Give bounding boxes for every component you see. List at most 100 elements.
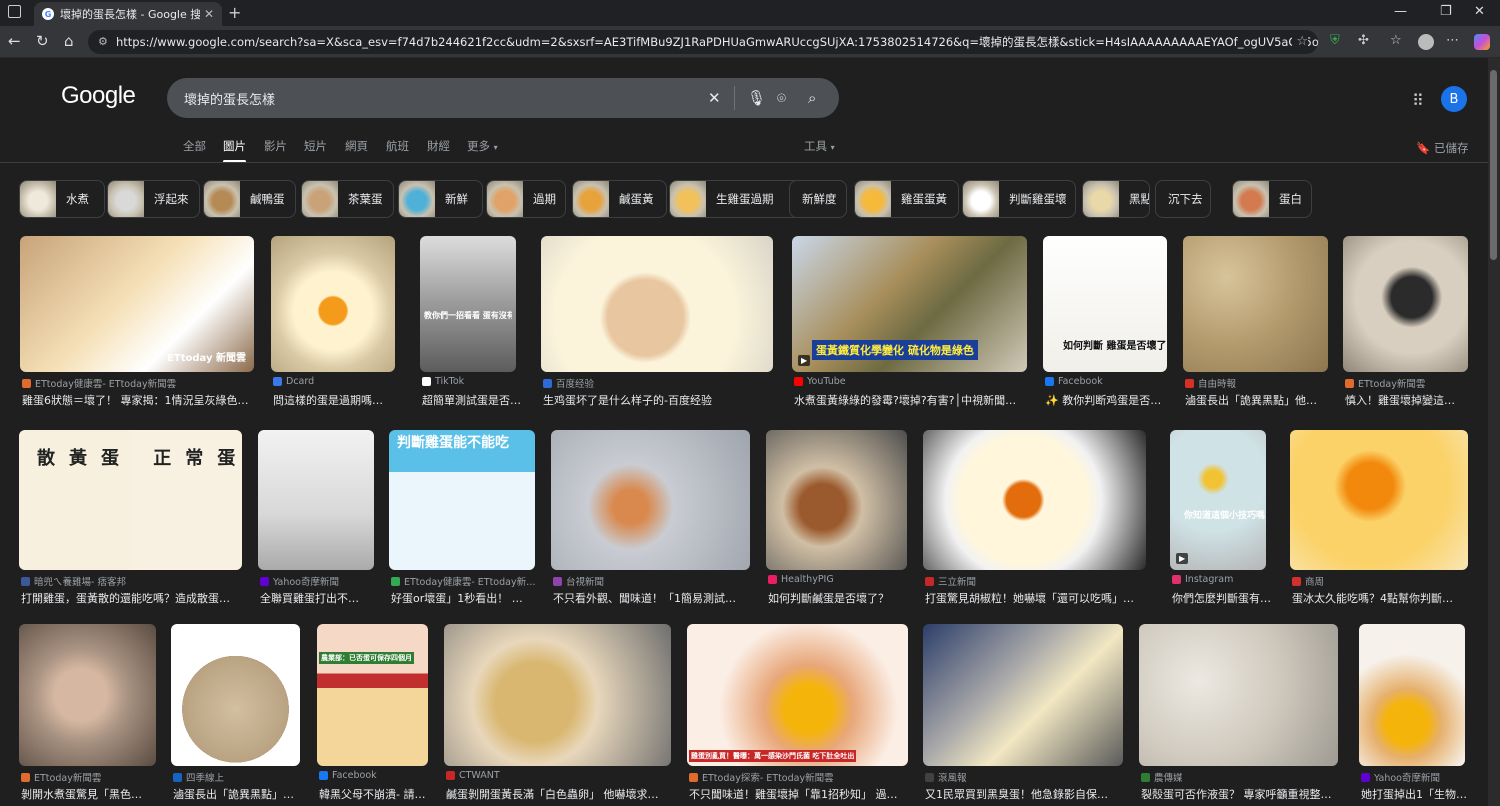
- result-title[interactable]: 韓黑父母不崩潰- 請…: [319, 786, 425, 802]
- result-title[interactable]: 雞蛋6狀態＝壞了！ 專家揭：1情況呈灰綠色…: [22, 392, 249, 408]
- refine-chip[interactable]: 黑點: [1082, 180, 1150, 218]
- result-title[interactable]: ✨ 教你判断鸡蛋是否…: [1045, 392, 1161, 408]
- result-title[interactable]: 又1民眾買到黑臭蛋！他急錄影自保…: [925, 786, 1108, 802]
- result-thumbnail[interactable]: [19, 624, 156, 766]
- maximize-icon[interactable]: ❐: [1440, 4, 1452, 19]
- result-source[interactable]: 農傳媒: [1141, 770, 1183, 784]
- result-thumbnail[interactable]: [444, 624, 671, 766]
- avatar[interactable]: B: [1441, 86, 1467, 112]
- refine-chip[interactable]: 鹹蛋黃: [572, 180, 667, 218]
- result-thumbnail[interactable]: 判斷雞蛋能不能吃: [389, 430, 535, 570]
- google-logo[interactable]: Google: [61, 82, 136, 110]
- tab-shorts[interactable]: 短片: [304, 138, 327, 154]
- result-thumbnail[interactable]: [541, 236, 773, 372]
- tab-all[interactable]: 全部: [183, 138, 206, 154]
- more-menu-icon[interactable]: ⋯: [1446, 33, 1459, 48]
- search-input[interactable]: 壞掉的蛋長怎樣: [184, 89, 275, 108]
- result-source[interactable]: TikTok: [422, 376, 464, 387]
- result-source[interactable]: 滾風報: [925, 770, 967, 784]
- result-thumbnail[interactable]: [923, 624, 1123, 766]
- result-source[interactable]: ETtoday健康雲- ETtoday新聞雲: [22, 376, 176, 390]
- result-source[interactable]: 台視新聞: [553, 574, 604, 588]
- result-source[interactable]: Facebook: [1045, 376, 1103, 387]
- result-thumbnail[interactable]: 教你們一招看看 蛋有沒有壞掉: [420, 236, 516, 372]
- result-source[interactable]: 暗兜ㄟ養雞場- 痞客邦: [21, 574, 126, 588]
- result-title[interactable]: 不只看外觀、聞味道！「1簡易測試…: [553, 590, 736, 606]
- extension-shield-icon[interactable]: ⛨: [1330, 33, 1340, 48]
- refine-chip[interactable]: 蛋白: [1232, 180, 1312, 218]
- result-thumbnail[interactable]: 雞蛋別亂買！醫曝：萬一感染沙門氏菌 吃下肚全吐出: [687, 624, 908, 766]
- result-source[interactable]: ETtoday新聞雲: [21, 770, 101, 784]
- result-source[interactable]: ETtoday健康雲- ETtoday新…: [391, 574, 536, 588]
- result-thumbnail[interactable]: [258, 430, 374, 570]
- search-icon[interactable]: ⌕: [808, 89, 816, 107]
- result-thumbnail[interactable]: [1290, 430, 1468, 570]
- address-bar[interactable]: ⚙ https://www.google.com/search?sa=X&sca…: [88, 30, 1318, 54]
- result-title[interactable]: 打蛋驚見胡椒粒！她嚇壞「還可以吃嗎」…: [925, 590, 1134, 606]
- result-source[interactable]: 商周: [1292, 574, 1324, 588]
- clear-icon[interactable]: ✕: [708, 89, 721, 107]
- result-source[interactable]: Facebook: [319, 770, 377, 781]
- result-thumbnail[interactable]: [1183, 236, 1328, 372]
- result-source[interactable]: Yahoo奇摩新聞: [1361, 770, 1440, 784]
- result-thumbnail[interactable]: 蛋黃鐵質化學變化 硫化物是綠色 ▶: [792, 236, 1027, 372]
- result-source[interactable]: HealthyPIG: [768, 574, 834, 585]
- home-icon[interactable]: ⌂: [64, 32, 74, 50]
- result-title[interactable]: 如何判斷鹹蛋是否壞了？: [768, 590, 889, 606]
- result-thumbnail[interactable]: [171, 624, 300, 766]
- result-title[interactable]: 蛋冰太久能吃嗎？4點幫你判斷…: [1292, 590, 1453, 606]
- result-thumbnail[interactable]: [923, 430, 1146, 570]
- result-thumbnail[interactable]: ETtoday 新聞雲: [20, 236, 254, 372]
- tab-videos[interactable]: 影片: [264, 138, 287, 154]
- tab-more[interactable]: 更多 ▾: [467, 138, 498, 154]
- result-title[interactable]: 你們怎麼判斷蛋有…: [1172, 590, 1271, 606]
- refine-chip[interactable]: 新鮮度: [789, 180, 847, 218]
- result-thumbnail[interactable]: [1343, 236, 1468, 372]
- result-title[interactable]: 好蛋or壞蛋」1秒看出！ …: [391, 590, 523, 606]
- browser-tab[interactable]: G 壞掉的蛋長怎樣 - Google 搜尋 ✕: [34, 2, 222, 26]
- refine-chip[interactable]: 雞蛋蛋黃: [854, 180, 959, 218]
- copilot-icon[interactable]: [1474, 34, 1490, 50]
- result-source[interactable]: 自由時報: [1185, 376, 1236, 390]
- result-source[interactable]: 百度经验: [543, 376, 594, 390]
- result-thumbnail[interactable]: [1139, 624, 1338, 766]
- voice-search-icon[interactable]: 🎙: [747, 89, 766, 107]
- result-source[interactable]: Instagram: [1172, 574, 1233, 585]
- result-title[interactable]: 剝開水煮蛋驚見「黑色…: [21, 786, 142, 802]
- reload-icon[interactable]: ↻: [36, 32, 49, 50]
- result-title[interactable]: 超簡單測試蛋是否…: [422, 392, 521, 408]
- result-thumbnail[interactable]: [1359, 624, 1465, 766]
- minimize-icon[interactable]: —: [1394, 4, 1407, 19]
- bookmark-star-icon[interactable]: ☆: [1292, 34, 1308, 49]
- result-thumbnail[interactable]: 農業部：已否蛋可保存四個月: [317, 624, 428, 766]
- result-thumbnail[interactable]: [766, 430, 907, 570]
- lens-icon[interactable]: ⌾: [777, 89, 786, 107]
- result-title[interactable]: 水煮蛋黃綠綠的發霉?壞掉?有害?│中視新聞…: [794, 392, 1016, 408]
- tab-close-icon[interactable]: ✕: [204, 7, 214, 21]
- profile-icon[interactable]: [1418, 34, 1434, 50]
- apps-grid-icon[interactable]: ⠿: [1412, 91, 1424, 110]
- refine-chip[interactable]: 新鮮: [398, 180, 483, 218]
- back-icon[interactable]: ←: [8, 32, 21, 50]
- result-source[interactable]: Yahoo奇摩新聞: [260, 574, 339, 588]
- result-title[interactable]: 鹹蛋剝開蛋黃長滿「白色蟲卵」 他嚇壞求…: [446, 786, 659, 802]
- saved-button[interactable]: 🔖 已儲存: [1416, 140, 1468, 156]
- result-title[interactable]: 全聯買雞蛋打出不…: [260, 590, 359, 606]
- refine-chip[interactable]: 鹹鴨蛋: [203, 180, 296, 218]
- result-source[interactable]: Dcard: [273, 376, 314, 387]
- refine-chip[interactable]: 判斷雞蛋壞: [962, 180, 1076, 218]
- scrollbar-thumb[interactable]: [1490, 70, 1497, 260]
- result-title[interactable]: 滷蛋長出「詭異黑點」他…: [1185, 392, 1317, 408]
- result-thumbnail[interactable]: 散黃蛋 正常蛋: [19, 430, 242, 570]
- result-title[interactable]: 她打蛋掉出1「生物…: [1361, 786, 1467, 802]
- result-source[interactable]: YouTube: [794, 376, 846, 387]
- refine-chip[interactable]: 茶葉蛋: [301, 180, 394, 218]
- favorites-icon[interactable]: ☆: [1390, 33, 1402, 48]
- result-thumbnail[interactable]: [271, 236, 395, 372]
- refine-chip[interactable]: 水煮: [19, 180, 105, 218]
- result-thumbnail[interactable]: [551, 430, 750, 570]
- result-title[interactable]: 生鸡蛋坏了是什么样子的-百度经验: [543, 392, 712, 408]
- result-source[interactable]: 四季線上: [173, 770, 224, 784]
- new-tab-icon[interactable]: +: [228, 3, 241, 22]
- result-source[interactable]: ETtoday新聞雲: [1345, 376, 1425, 390]
